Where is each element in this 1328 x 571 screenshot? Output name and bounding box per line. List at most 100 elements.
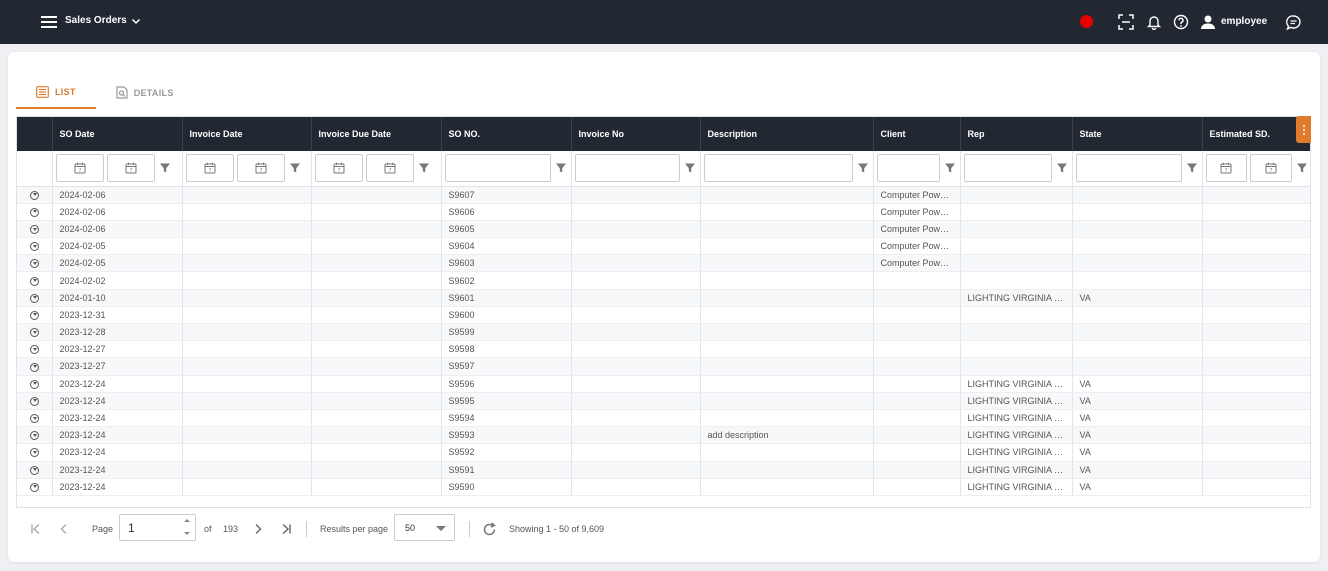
expand-row-cell[interactable] [17,392,53,410]
expand-row-icon[interactable] [29,362,39,372]
next-page-icon[interactable] [248,519,268,539]
table-row[interactable]: 2024-02-05 S9604 Computer Power Systems [17,237,1310,256]
bell-icon[interactable] [1145,13,1163,31]
expand-row-icon[interactable] [29,482,39,492]
table-row[interactable]: 2023-12-27 S9598 [17,340,1310,359]
filter-funnel-icon[interactable] [1295,161,1309,175]
help-icon[interactable] [1172,13,1190,31]
column-header-client[interactable]: Client [873,117,961,151]
date-from-picker[interactable]: 7 [1205,154,1247,183]
results-per-page-select[interactable]: 50 [394,514,455,541]
expand-row-cell[interactable] [17,254,53,273]
filter-funnel-icon[interactable] [943,161,957,175]
expand-row-icon[interactable] [29,465,39,475]
filter-text-input[interactable] [703,154,853,183]
column-options-menu-button[interactable] [1296,116,1311,143]
date-from-picker[interactable]: 7 [314,154,363,183]
expand-row-cell[interactable] [17,220,53,239]
expand-row-cell[interactable] [17,375,53,393]
filter-text-input[interactable] [444,154,551,183]
date-to-picker[interactable]: 7 [1250,154,1292,183]
filter-funnel-icon[interactable] [158,161,172,175]
expand-row-cell[interactable] [17,203,53,221]
expand-row-icon[interactable] [29,431,39,441]
filter-text-input[interactable] [574,154,680,183]
first-page-icon[interactable] [26,519,46,539]
column-header-description[interactable]: Description [700,117,874,151]
table-row[interactable]: 2023-12-24 S9591 LIGHTING VIRGINIA WEST VA [17,461,1310,479]
column-header-invoice-no[interactable]: Invoice No [571,117,701,151]
table-row[interactable]: 2023-12-24 S9595 LIGHTING VIRGINIA WEST VA [17,392,1310,410]
last-page-icon[interactable] [276,519,296,539]
column-header-state[interactable]: State [1072,117,1203,151]
table-row[interactable]: 2023-12-28 S9599 [17,323,1310,342]
expand-row-icon[interactable] [29,259,39,269]
table-row[interactable]: 2023-12-24 S9593 add description LIGHTING V… [17,426,1310,445]
user-name[interactable]: employee [1221,16,1267,27]
table-row[interactable]: 2024-02-02 S9602 [17,271,1310,290]
column-header-invoice-date[interactable]: Invoice Date [182,117,312,151]
previous-page-icon[interactable] [54,519,74,539]
hamburger-menu-icon[interactable] [40,13,58,31]
filter-funnel-icon[interactable] [554,161,568,175]
filter-funnel-icon[interactable] [417,161,431,175]
expand-row-cell[interactable] [17,186,53,204]
expand-row-cell[interactable] [17,443,53,462]
expand-row-cell[interactable] [17,306,53,325]
expand-row-cell[interactable] [17,426,53,445]
chat-icon[interactable] [1284,13,1302,31]
expand-row-cell[interactable] [17,478,53,496]
date-to-picker[interactable]: 7 [236,154,285,183]
expand-row-cell[interactable] [17,323,53,342]
app-title-dropdown[interactable]: Sales Orders [65,15,141,26]
expand-row-icon[interactable] [29,379,39,389]
filter-text-input[interactable] [1075,154,1182,183]
expand-row-icon[interactable] [29,345,39,355]
table-row[interactable]: 2023-12-24 S9592 LIGHTING VIRGINIA WEST VA [17,443,1310,462]
expand-row-cell[interactable] [17,271,53,290]
column-header-invoice-due-date[interactable]: Invoice Due Date [311,117,442,151]
table-row[interactable]: 2023-12-24 S9590 LIGHTING VIRGINIA WEST VA [17,478,1310,496]
date-to-picker[interactable]: 7 [365,154,414,183]
expand-row-icon[interactable] [29,448,39,458]
expand-row-icon[interactable] [29,328,39,338]
expand-row-icon[interactable] [29,310,39,320]
column-header-estimated-sd[interactable]: Estimated SD. [1202,117,1310,151]
tab-details[interactable]: DETAILS [96,76,194,109]
filter-text-input[interactable] [876,154,940,183]
expand-row-icon[interactable] [29,276,39,286]
scan-icon[interactable] [1117,13,1135,31]
table-row[interactable]: 2023-12-24 S9594 LIGHTING VIRGINIA WEST VA [17,409,1310,428]
table-row[interactable]: 2023-12-31 S9600 [17,306,1310,325]
date-from-picker[interactable]: 7 [185,154,234,183]
table-row[interactable]: 2024-02-06 S9607 Computer Power Systems [17,186,1310,204]
filter-funnel-icon[interactable] [856,161,870,175]
refresh-icon[interactable] [479,519,499,539]
date-from-picker[interactable]: 7 [55,154,104,183]
record-indicator[interactable] [1080,15,1093,28]
expand-row-icon[interactable] [29,414,39,424]
expand-row-cell[interactable] [17,237,53,256]
table-row[interactable]: 2024-02-06 S9606 Computer Power Systems [17,203,1310,221]
expand-row-icon[interactable] [29,242,39,252]
table-row[interactable]: 2023-12-24 S9596 LIGHTING VIRGINIA WEST VA [17,375,1310,393]
table-row[interactable]: 2024-02-06 S9605 Computer Power Systems [17,220,1310,239]
expand-row-cell[interactable] [17,461,53,479]
column-header-so-date[interactable]: SO Date [52,117,183,151]
expand-row-cell[interactable] [17,340,53,359]
expand-row-icon[interactable] [29,396,39,406]
filter-text-input[interactable] [963,154,1052,183]
expand-row-icon[interactable] [29,293,39,303]
expand-row-cell[interactable] [17,409,53,428]
filter-funnel-icon[interactable] [1185,161,1199,175]
date-to-picker[interactable]: 7 [106,154,155,183]
expand-row-cell[interactable] [17,357,53,376]
expand-row-icon[interactable] [29,207,39,217]
column-header-so-no[interactable]: SO NO. [441,117,572,151]
filter-funnel-icon[interactable] [1055,161,1069,175]
filter-funnel-icon[interactable] [683,161,697,175]
table-row[interactable]: 2024-02-05 S9603 Computer Power Systems [17,254,1310,273]
tab-list[interactable]: LIST [16,76,96,109]
expand-row-icon[interactable] [29,225,39,235]
expand-row-icon[interactable] [29,190,39,200]
